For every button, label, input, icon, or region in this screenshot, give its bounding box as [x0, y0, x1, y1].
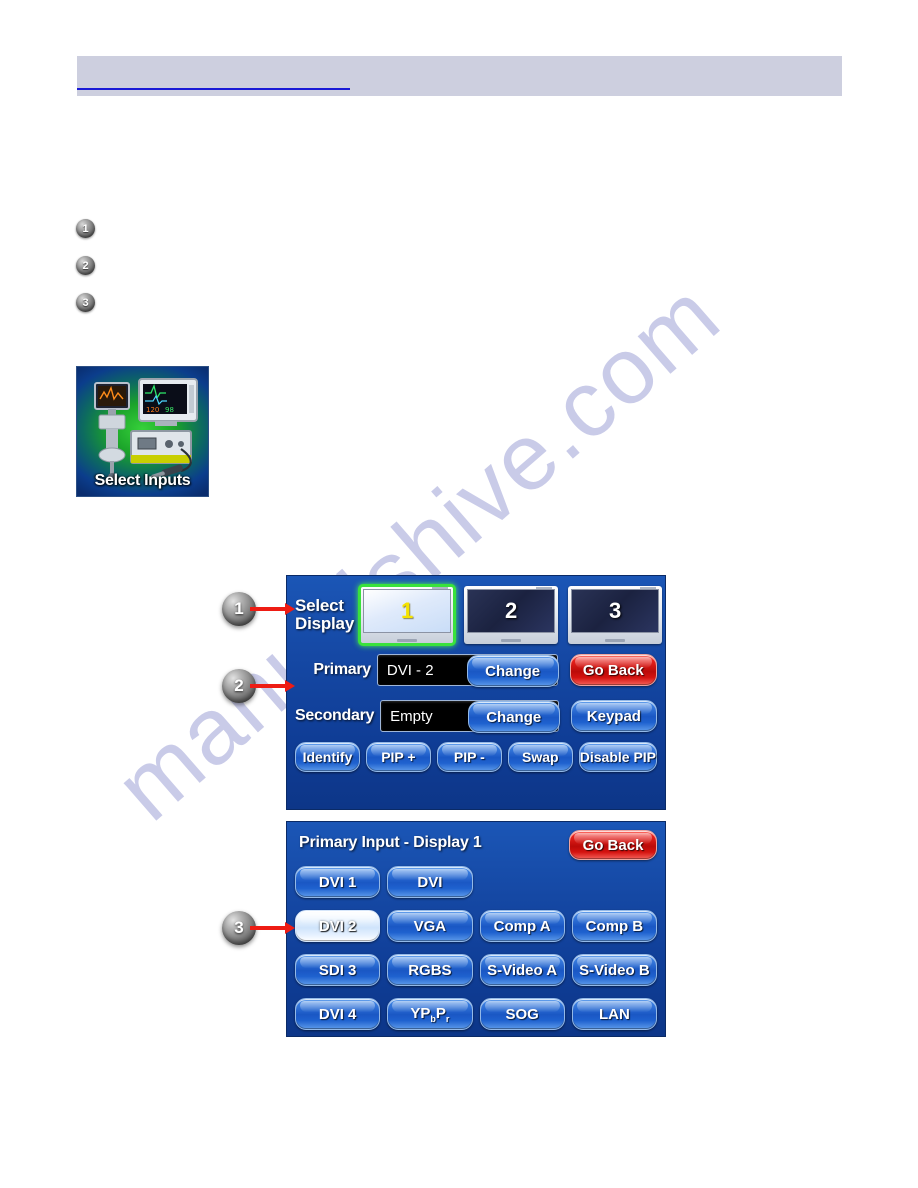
monitor-screen-number-2: 2 — [467, 589, 556, 633]
primary-input-title: Primary Input - Display 1 — [299, 834, 482, 851]
monitor-stand-icon — [605, 639, 626, 642]
monitor-stand-icon — [397, 639, 418, 642]
input-button-vga[interactable]: VGA — [387, 910, 473, 942]
secondary-label: Secondary — [295, 707, 375, 724]
select-display-panel: Select Display 1 2 3 Primary DVI - 2 Cha… — [287, 576, 665, 809]
svg-text:98: 98 — [165, 406, 174, 414]
monitor-button-1[interactable]: 1 — [358, 584, 457, 646]
step-number-1: 1 — [76, 219, 95, 238]
header-bar — [77, 56, 842, 96]
select-display-label-line2: Display — [295, 614, 355, 633]
input-button-s-video-a[interactable]: S-Video A — [479, 954, 565, 986]
monitor-stand-icon — [501, 639, 522, 642]
select-inputs-label: Select Inputs — [94, 472, 191, 489]
monitor-logo-icon — [432, 587, 449, 589]
monitor-screen-number-1: 1 — [363, 589, 452, 633]
callout-arrow-3 — [250, 922, 295, 934]
keypad-button[interactable]: Keypad — [570, 700, 657, 732]
monitor-button-2[interactable]: 2 — [464, 586, 559, 644]
swap-button[interactable]: Swap — [507, 742, 573, 772]
input-button-sog[interactable]: SOG — [479, 998, 565, 1030]
step-list: 1 2 3 — [76, 210, 107, 321]
svg-text:120: 120 — [146, 406, 159, 414]
select-display-row: Select Display 1 2 3 — [295, 584, 663, 646]
secondary-change-button[interactable]: Change — [467, 701, 560, 733]
pip-decrease-button[interactable]: PIP - — [436, 742, 502, 772]
monitor-button-3[interactable]: 3 — [568, 586, 663, 644]
select-inputs-thumbnail: 120 98 Select Inputs — [76, 366, 209, 497]
primary-label: Primary — [313, 661, 371, 678]
list-item: 1 — [76, 210, 107, 247]
pip-increase-button[interactable]: PIP + — [365, 742, 431, 772]
display-panel-action-row: Identify PIP + PIP - Swap Disable PIP — [295, 742, 658, 772]
monitor-selector: 1 2 3 — [358, 584, 663, 646]
input-button-dvi-1[interactable]: DVI 1 — [295, 866, 381, 898]
input-button-dvi-4[interactable]: DVI 4 — [295, 998, 381, 1030]
input-button-lan[interactable]: LAN — [571, 998, 657, 1030]
primary-input-panel: Primary Input - Display 1 Go Back DVI 1 … — [287, 822, 665, 1036]
primary-input-row: Primary DVI - 2 Change Go Back — [295, 650, 657, 690]
list-item: 3 — [76, 284, 107, 321]
input-button-dvi[interactable]: DVI — [387, 866, 473, 898]
monitor-screen-number-3: 3 — [571, 589, 660, 633]
primary-change-button[interactable]: Change — [466, 655, 559, 687]
input-button-comp-b[interactable]: Comp B — [571, 910, 657, 942]
select-display-label: Select Display — [295, 597, 354, 633]
primary-value-text: DVI - 2 — [386, 661, 434, 679]
input-button-comp-a[interactable]: Comp A — [479, 910, 565, 942]
select-display-label-line1: Select — [295, 596, 344, 616]
monitor-logo-icon — [640, 587, 657, 589]
monitor-logo-icon — [536, 587, 553, 589]
primary-value-field[interactable]: DVI - 2 Change — [376, 654, 559, 687]
secondary-value-field[interactable]: Empty Change — [380, 700, 560, 733]
disable-pip-button[interactable]: Disable PIP — [578, 742, 658, 772]
input-button-sdi-3[interactable]: SDI 3 — [295, 954, 381, 986]
input-button-ypbpr[interactable]: YPbPr — [387, 998, 473, 1030]
list-item: 2 — [76, 247, 107, 284]
input-button-s-video-b[interactable]: S-Video B — [571, 954, 657, 986]
callout-arrow-1 — [250, 603, 295, 615]
input-source-grid: DVI 1 DVI DVI 2 VGA Comp A Comp B SDI 3 … — [295, 866, 657, 1034]
step-number-2: 2 — [76, 256, 95, 275]
input-button-rgbs[interactable]: RGBS — [387, 954, 473, 986]
callout-arrow-2 — [250, 680, 295, 692]
step-number-3: 3 — [76, 293, 95, 312]
go-back-button[interactable]: Go Back — [569, 830, 657, 860]
secondary-input-row: Secondary Empty Change Keypad — [295, 696, 657, 736]
secondary-value-text: Empty — [390, 707, 433, 725]
identify-button[interactable]: Identify — [295, 742, 360, 772]
header-underline — [77, 88, 350, 90]
go-back-button[interactable]: Go Back — [569, 654, 657, 686]
input-button-dvi-2[interactable]: DVI 2 — [295, 910, 381, 942]
